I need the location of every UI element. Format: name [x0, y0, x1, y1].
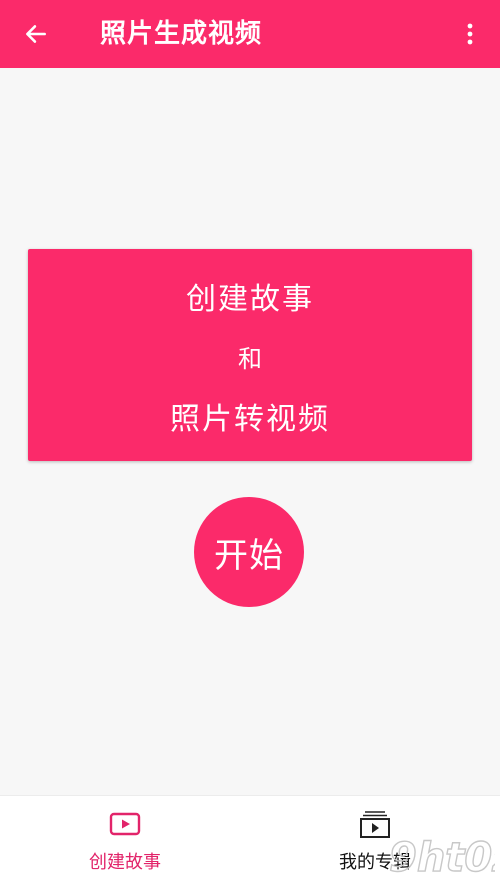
more-options-button[interactable] — [450, 14, 490, 54]
page-title: 照片生成视频 — [100, 19, 263, 49]
card-line-and: 和 — [238, 345, 262, 373]
create-story-card[interactable]: 创建故事 和 照片转视频 — [28, 249, 472, 461]
bottom-navigation: 创建故事 我的专辑 — [0, 795, 500, 889]
start-button[interactable]: 开始 — [194, 497, 304, 607]
arrow-left-icon — [26, 25, 46, 43]
nav-item-my-album[interactable]: 我的专辑 — [250, 796, 500, 889]
more-vertical-icon — [467, 23, 473, 45]
card-line-photo-to-video: 照片转视频 — [170, 402, 330, 437]
play-icon — [109, 812, 141, 836]
card-line-create-story: 创建故事 — [186, 282, 314, 317]
back-button[interactable] — [16, 14, 56, 54]
nav-item-create-story[interactable]: 创建故事 — [0, 796, 250, 889]
album-icon — [360, 811, 390, 838]
nav-label-my-album: 我的专辑 — [339, 852, 411, 873]
app-bar: 照片生成视频 — [0, 0, 500, 68]
nav-label-create-story: 创建故事 — [89, 852, 161, 873]
